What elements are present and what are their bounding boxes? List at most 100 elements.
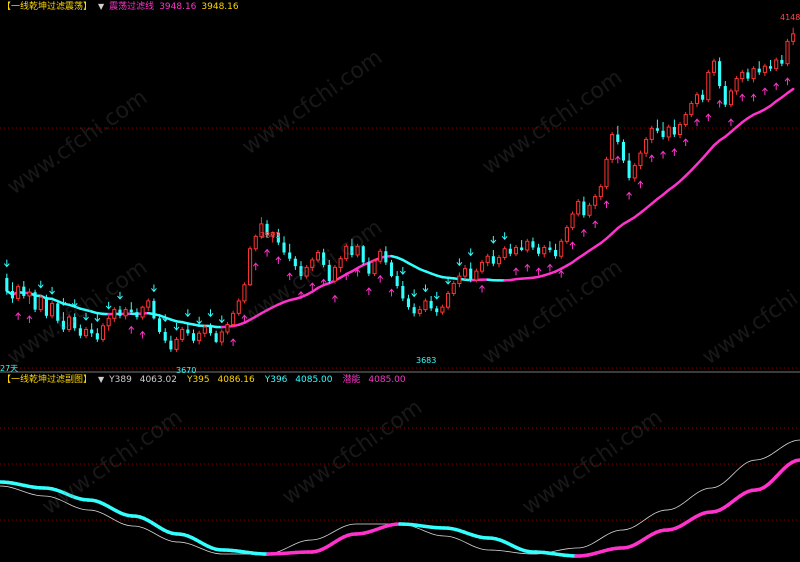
candle-body <box>5 277 9 291</box>
candle-body <box>304 266 309 277</box>
annotation-low-mid: 3683 <box>416 356 437 365</box>
oscillator-thin-segment <box>719 482 725 486</box>
candle-body <box>22 286 26 296</box>
candle-body <box>33 292 37 310</box>
up-arrow-icon <box>648 154 655 163</box>
down-arrow-icon <box>3 259 10 268</box>
main-extra-value: 3948.16 <box>201 2 239 12</box>
oscillator-thin-segment <box>319 536 325 539</box>
down-arrow-icon <box>184 309 191 318</box>
candle-body <box>202 326 207 334</box>
sub-panel-header: 【一线乾坤过滤副图】 ▼ Y389 4063.02 Y395 4086.16 Y396 … <box>2 373 416 386</box>
candle-body <box>683 114 688 126</box>
oscillator-thin-segment <box>59 499 65 503</box>
candle-body <box>780 59 784 64</box>
candle-body <box>299 266 303 277</box>
oscillator-thin-segment <box>599 536 605 540</box>
oscillator-thin-segment <box>23 491 29 494</box>
candle-body <box>106 317 111 327</box>
oscillator-thin-segment <box>7 486 13 489</box>
candle-body <box>61 320 65 330</box>
up-arrow-icon <box>750 93 757 102</box>
candle-body <box>169 340 173 350</box>
candle-body <box>740 71 745 80</box>
oscillator-thin-segment <box>199 547 205 551</box>
oscillator-thin-segment <box>303 539 309 542</box>
oscillator-thin-segment <box>427 532 433 535</box>
up-arrow-icon <box>547 263 553 272</box>
oscillator-thin-segment <box>703 487 709 490</box>
oscillator-thin-segment <box>75 506 81 510</box>
sub-indicator-name[interactable]: 【一线乾坤过滤副图】 <box>2 375 92 385</box>
down-arrow-icon <box>196 316 203 325</box>
oscillator-thin-segment <box>503 550 509 552</box>
oscillator-thin-segment <box>759 457 765 460</box>
down-arrow-icon <box>490 236 497 244</box>
oscillator-thin-segment <box>283 547 289 550</box>
main-indicator-name[interactable]: 【一线乾坤过滤震荡】 <box>2 2 92 12</box>
candle-body <box>67 316 72 330</box>
candle-body <box>146 300 151 308</box>
candle-body <box>785 40 790 65</box>
oscillator-thin-segment <box>207 550 213 553</box>
oscillator-thin-segment <box>507 551 513 553</box>
up-arrow-icon <box>479 284 485 293</box>
candle-body <box>73 317 77 329</box>
candle-body <box>542 247 547 255</box>
down-arrow-icon <box>218 315 225 324</box>
candle-body <box>706 71 711 101</box>
candle-body <box>214 333 218 342</box>
candle-body <box>361 246 365 263</box>
oscillator-thin-segment <box>627 527 633 530</box>
candle-body <box>604 158 609 188</box>
candle-body <box>310 259 315 268</box>
oscillator-thin-segment <box>683 499 689 504</box>
down-arrow-icon <box>37 280 44 289</box>
oscillator-thin-segment <box>51 496 57 499</box>
up-arrow-icon <box>524 263 531 272</box>
oscillator-thin-segment <box>171 540 177 543</box>
candle-body <box>554 250 558 257</box>
chevron-down-icon[interactable]: ▼ <box>98 373 104 386</box>
candle-body <box>677 124 683 135</box>
up-arrow-icon <box>286 272 293 281</box>
candle-body <box>746 72 750 79</box>
up-arrow-icon <box>332 294 338 303</box>
candle-body <box>95 333 99 340</box>
up-arrow-icon <box>569 241 576 250</box>
candle-body <box>412 307 416 314</box>
oscillator-thin-segment <box>563 548 569 550</box>
filter-line-segment <box>707 144 716 154</box>
oscillator-thin-segment <box>35 494 41 497</box>
candle-body <box>548 247 552 250</box>
filter-line-segment <box>701 150 710 160</box>
oscillator-thin-segment <box>19 489 25 493</box>
candle-body <box>479 261 485 272</box>
up-arrow-icon <box>139 330 146 339</box>
oscillator-thin-segment <box>463 541 469 545</box>
candle-body <box>525 240 530 251</box>
candle-body <box>576 201 581 215</box>
oscillator-thin-segment <box>143 527 149 531</box>
candle-body <box>78 328 82 336</box>
candle-body <box>423 300 428 311</box>
oscillator-thin-segment <box>659 509 665 512</box>
oscillator-thin-segment <box>607 531 613 535</box>
up-arrow-icon <box>682 138 689 147</box>
chevron-down-icon[interactable]: ▼ <box>98 0 104 13</box>
oscillator-thin-segment <box>651 512 657 516</box>
oscillator-thin-segment <box>735 467 741 472</box>
down-arrow-icon <box>433 291 440 300</box>
oscillator-thick-segment <box>794 458 800 463</box>
candle-body <box>593 196 598 206</box>
candle-body <box>582 201 586 216</box>
up-arrow-icon <box>128 325 135 334</box>
candle-body <box>293 258 297 267</box>
oscillator-thin-segment <box>103 513 109 517</box>
candle-body <box>315 251 321 261</box>
candle-body <box>123 309 128 317</box>
candle-body <box>219 331 224 343</box>
candle-body <box>332 266 337 282</box>
up-arrow-icon <box>671 148 678 156</box>
oscillator-thin-segment <box>27 492 33 495</box>
